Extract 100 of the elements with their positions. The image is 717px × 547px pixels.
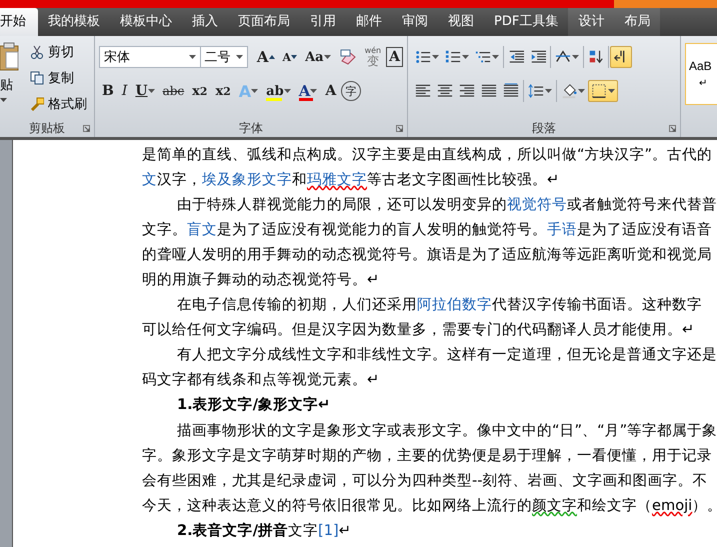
paragraph-line: 文汉字，埃及象形文字和玛雅文字等古老文字图画性比较强。↵ <box>142 170 560 190</box>
paragraph-line: 明的用旗子舞动的动态视觉符号。↵ <box>142 270 380 290</box>
paragraph-line: 码文字都有线条和点等视觉元素。↵ <box>142 370 380 390</box>
hyperlink[interactable]: 文 <box>142 171 157 188</box>
decrease-indent-icon <box>508 49 524 65</box>
group-label: 字体 <box>239 120 263 136</box>
phonetic-button[interactable]: wén 变 <box>362 46 384 68</box>
bullet-list-icon <box>415 49 431 65</box>
caret-icon <box>0 98 7 102</box>
paragraph-line: 可以给任何文字编码。但是汉字因为数量多，需要专门的代码翻译人员才能使用。↵ <box>142 320 696 340</box>
align-center-icon <box>437 83 453 99</box>
hyperlink[interactable]: 盲文 <box>187 221 217 238</box>
distribute-icon <box>503 83 519 99</box>
font-size-dropdown[interactable]: 二号 <box>200 46 248 68</box>
hyperlink[interactable]: 视觉符号 <box>507 196 567 213</box>
ribbon-tab[interactable]: 我的模板 <box>38 8 110 36</box>
paragraph-line: 字。象形文字是文字萌芽时期的产物，主要的优势便是易于理解，一看便懂，用于记录 <box>142 446 713 466</box>
line-spacing-icon <box>528 83 544 99</box>
caret-icon <box>572 55 579 59</box>
hyperlink[interactable]: 埃及象形文字 <box>202 171 292 188</box>
borders-button[interactable] <box>588 80 618 102</box>
enclose-button[interactable]: 字 <box>341 81 362 101</box>
copy-icon <box>30 71 44 85</box>
case-button[interactable]: Aa <box>302 46 334 68</box>
hyperlink[interactable]: 手语 <box>547 221 577 238</box>
ribbon-tab[interactable]: 页面布局 <box>228 8 300 36</box>
paragraph-line: 的聋哑人发明的用手舞动的动态视觉符号。旗语是为了适应航海等远距离听觉和视觉局 <box>142 245 713 265</box>
ribbon-tab[interactable]: 开始 <box>0 8 38 36</box>
sort-icon <box>588 49 604 65</box>
ribbon-tab[interactable]: 邮件 <box>346 8 392 36</box>
paragraph-line: 是简单的直线、弧线和点构成。汉字主要是由直线构成，所以叫做“方块汉字”。古代的 <box>142 145 714 165</box>
group-label: 段落 <box>532 120 556 136</box>
borders-icon <box>591 83 607 99</box>
caret-icon <box>310 89 318 93</box>
shade-button[interactable]: A <box>322 80 340 102</box>
ribbon-tab[interactable]: 设计 <box>568 8 614 36</box>
clipboard-button[interactable]: 格式刷 <box>30 94 87 114</box>
eraser-icon <box>338 49 357 65</box>
hyperlink[interactable]: 阿拉伯数字 <box>417 296 492 313</box>
clipboard-icon <box>0 42 20 72</box>
align-right-icon <box>459 83 475 99</box>
caret-icon <box>492 55 499 59</box>
paragraph-line: 描画事物形状的文字是象形文字或表形文字。像中文中的“日”、“月”等字都属于象 <box>176 421 717 441</box>
paragraph-line: 会有些困难，尤其是纪录虚词，可以分为四种类型--刻符、岩画、文字画和图画字。不 <box>142 471 709 491</box>
dialog-launcher-icon <box>83 125 90 132</box>
hyperlink[interactable]: 玛雅文字 <box>307 171 367 188</box>
caret-icon <box>578 89 585 93</box>
scissors-icon <box>30 45 44 59</box>
paragraph-line: 有人把文字分成线性文字和非线性文字。这样有一定道理，但无论是普通文字还是 <box>176 345 717 365</box>
border-button[interactable]: A <box>386 47 403 67</box>
ribbon-tab[interactable]: 布局 <box>614 8 660 36</box>
caret-icon <box>188 55 196 59</box>
group-label: 剪贴板 <box>29 120 65 136</box>
ribbon-tab[interactable]: 审阅 <box>392 8 438 36</box>
ribbon-tab[interactable]: 引用 <box>300 8 346 36</box>
caret-icon <box>432 55 439 59</box>
increase-indent-icon <box>530 49 546 65</box>
caret-icon <box>236 55 243 59</box>
caret-icon <box>608 89 615 93</box>
align-left-icon <box>415 83 431 99</box>
caret-icon <box>251 89 258 93</box>
multilevel-list-icon <box>475 49 491 65</box>
italic-button[interactable]: I <box>118 80 130 102</box>
dialog-launcher-icon <box>669 125 676 132</box>
formatting-marks-button[interactable] <box>610 46 632 68</box>
ribbon-tab[interactable]: 视图 <box>438 8 484 36</box>
arrow-icon <box>291 55 298 59</box>
paint-bucket-icon <box>561 83 577 99</box>
font-name-dropdown[interactable]: 宋体 <box>99 46 201 68</box>
caret-icon <box>324 55 331 59</box>
heading-text: 2.表音文字/拼音文字[1]↵ <box>176 521 352 541</box>
paste-button[interactable]: 贴 <box>0 36 26 119</box>
paragraph-line: 文字。盲文是为了适应没有视觉能力的盲人发明的触觉符号。手语是为了适应没有语音 <box>142 220 713 240</box>
clipboard-button[interactable]: 复制 <box>30 68 87 88</box>
shrink-button[interactable]: A <box>280 46 300 68</box>
style-gallery-item[interactable]: AaB ↵ <box>685 43 717 105</box>
caret-icon <box>148 89 155 93</box>
ribbon-tab[interactable]: PDF工具集 <box>484 8 568 36</box>
numbered-list-icon <box>445 49 461 65</box>
justify-icon <box>481 83 497 99</box>
color-button[interactable]: A <box>296 80 320 102</box>
ribbon-tab[interactable]: 插入 <box>182 8 228 36</box>
caret-icon <box>284 89 291 93</box>
highlight-button[interactable]: ab <box>263 80 294 102</box>
paragraph-line: 由于特殊人群视觉能力的局限，还可以发明变异的视觉符号或者触觉符号来代替普 <box>176 195 717 215</box>
underline-button[interactable]: U <box>132 80 158 102</box>
dialog-launcher-icon <box>396 125 403 132</box>
grow-button[interactable]: A <box>254 46 278 68</box>
bold-button[interactable]: B <box>99 80 117 102</box>
heading-text: 1.表形文字/象形文字↵ <box>176 395 332 415</box>
clipboard-button[interactable]: 剪切 <box>30 42 87 62</box>
strike-button[interactable]: abc <box>160 80 188 102</box>
caret-icon <box>545 89 552 93</box>
caret-icon <box>462 55 469 59</box>
paragraph-line: 在电子信息传输的初期，人们还采用阿拉伯数字代替汉字传输书面语。这种数字 <box>176 295 703 315</box>
hyperlink[interactable]: [1] <box>318 522 339 539</box>
brush-icon <box>30 97 44 111</box>
paragraph-line: 今天，这种表达意义的符号依旧很常见。比如网络上流行的颜文字和绘文字（emoji）。 <box>142 496 717 516</box>
ribbon-tab[interactable]: 模板中心 <box>110 8 182 36</box>
arrow-icon <box>268 55 275 59</box>
